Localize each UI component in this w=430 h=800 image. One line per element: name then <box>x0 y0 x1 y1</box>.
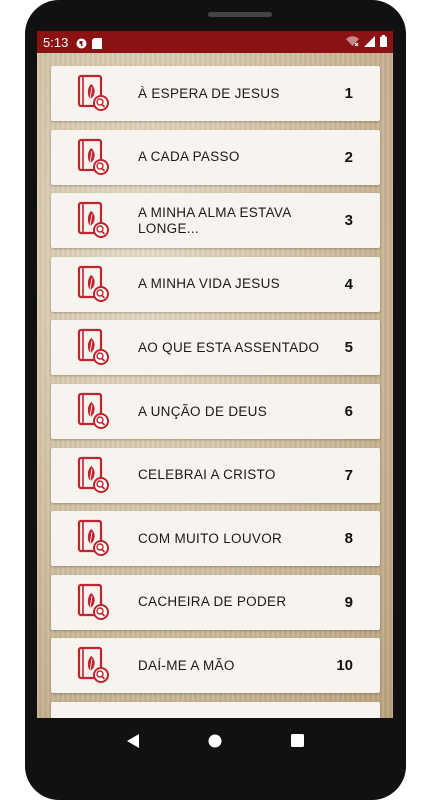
hymn-number: 1 <box>344 85 353 102</box>
hymn-book-icon <box>77 138 111 176</box>
hymn-list-item-partial[interactable] <box>51 702 380 718</box>
hymn-title: CELEBRAI A CRISTO <box>138 467 276 483</box>
screen: 5:13 À ESPERA DE JESUS 1 A CADA PASSO 2 … <box>37 31 393 718</box>
hymn-title: COM MUITO LOUVOR <box>138 530 283 546</box>
hymn-book-icon <box>77 456 111 494</box>
status-bar: 5:13 <box>37 31 393 53</box>
hymn-book-icon <box>77 646 111 684</box>
hymn-list-background: À ESPERA DE JESUS 1 A CADA PASSO 2 A MINHA… <box>37 53 393 718</box>
hymn-number: 6 <box>344 403 353 420</box>
hymn-title: A CADA PASSO <box>138 149 240 165</box>
hymn-number: 2 <box>344 148 353 166</box>
hymn-title: AO QUE ESTA ASSENTADO <box>138 339 320 355</box>
hymn-list-item[interactable]: CACHEIRA DE PODER 9 <box>51 574 380 630</box>
hymn-book-icon <box>77 519 111 557</box>
hymn-title: DAÍ-ME A MÃO <box>138 657 235 673</box>
home-icon[interactable] <box>206 732 224 750</box>
hymn-number: 10 <box>336 657 353 675</box>
navigation-bar <box>37 718 393 763</box>
hymn-number: 3 <box>344 212 353 230</box>
back-icon[interactable] <box>124 732 142 750</box>
app-notification-icon <box>76 37 87 48</box>
hymn-book-icon <box>77 583 111 621</box>
hymn-title: À ESPERA DE JESUS <box>138 85 280 101</box>
status-icons-right <box>346 34 387 50</box>
hymn-list-item[interactable]: A MINHA VIDA JESUS 4 <box>51 256 380 312</box>
wifi-off-icon <box>346 35 359 50</box>
hymn-book-icon <box>77 328 111 366</box>
hymn-list-item[interactable]: AO QUE ESTA ASSENTADO 5 <box>51 320 380 376</box>
hymn-list-item[interactable]: À ESPERA DE JESUS 1 <box>51 66 380 121</box>
hymn-list-item[interactable]: A CADA PASSO 2 <box>51 129 380 185</box>
hymn-list-item[interactable]: A MINHA ALMA ESTAVA LONGE... 3 <box>51 193 380 249</box>
sd-card-icon <box>92 37 103 49</box>
recents-icon[interactable] <box>288 732 306 750</box>
hymn-book-icon <box>77 392 111 430</box>
hymn-list-item[interactable]: COM MUITO LOUVOR 8 <box>51 511 380 567</box>
hymn-title: A MINHA ALMA ESTAVA LONGE... <box>138 204 291 236</box>
hymn-list-item[interactable]: A UNÇÃO DE DEUS 6 <box>51 384 380 439</box>
hymn-number: 7 <box>344 466 353 484</box>
battery-icon <box>380 34 387 50</box>
hymn-list-item[interactable]: CELEBRAI A CRISTO 7 <box>51 447 380 503</box>
hymn-number: 9 <box>344 593 353 611</box>
signal-icon <box>364 35 375 50</box>
hymn-number: 8 <box>344 530 353 548</box>
hymn-title: CACHEIRA DE PODER <box>138 594 287 610</box>
hymn-title: A UNÇÃO DE DEUS <box>138 403 268 419</box>
hymn-book-icon <box>77 74 111 112</box>
hymn-title: A MINHA VIDA JESUS <box>138 276 280 292</box>
status-time: 5:13 <box>43 34 69 50</box>
hymn-list-item[interactable]: DAÍ-ME A MÃO 10 <box>51 638 380 694</box>
hymn-book-icon <box>77 201 111 239</box>
hymn-number: 5 <box>344 339 353 357</box>
speaker-grille <box>208 12 272 17</box>
hymn-number: 4 <box>344 275 353 293</box>
hymn-book-icon <box>77 265 111 303</box>
